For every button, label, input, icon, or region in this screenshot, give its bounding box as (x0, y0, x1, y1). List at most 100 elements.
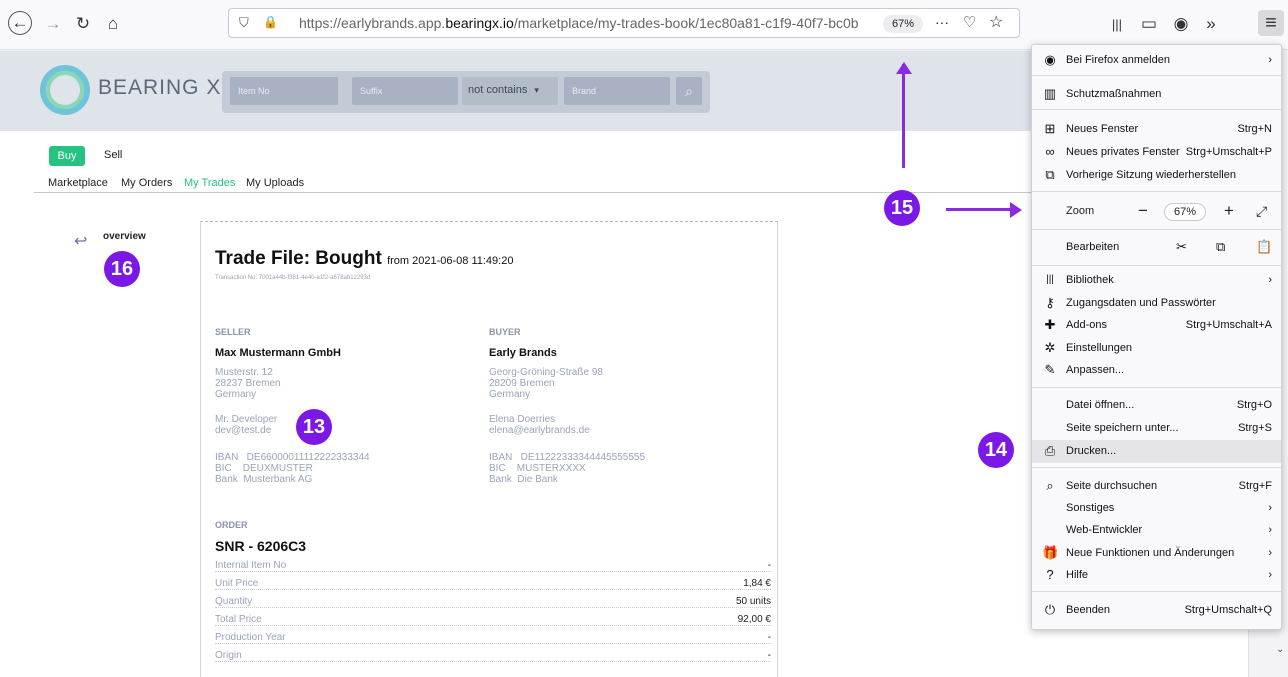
library-icon: ||| (1046, 274, 1054, 285)
zoom-reset-button[interactable]: 67% (1164, 203, 1206, 221)
bookmark-star-icon[interactable]: ☆ (989, 12, 1003, 32)
buyer-heading: BUYER (489, 327, 521, 337)
trade-title: Trade File: Bought from 2021-06-08 11:49… (215, 248, 514, 269)
zoom-indicator[interactable]: 67% (883, 15, 923, 33)
suffix-input[interactable]: Suffix (352, 77, 458, 105)
nav-my-orders[interactable]: My Orders (121, 177, 172, 189)
nav-my-trades[interactable]: My Trades (184, 177, 235, 189)
back-arrow-icon[interactable]: ↩ (74, 231, 87, 251)
buyer-contact: Elena Doerries elena@earlybrands.de (489, 414, 590, 436)
menu-item-library[interactable]: ||| Bibliothek › (1032, 269, 1281, 292)
url-text[interactable]: https://earlybrands.app.bearingx.io/mark… (299, 15, 859, 31)
logo-icon[interactable] (40, 65, 90, 115)
nav-marketplace[interactable]: Marketplace (48, 177, 108, 189)
sell-tab[interactable]: Sell (104, 149, 122, 161)
search-icon: ⌕ (685, 83, 693, 99)
brand-input[interactable]: Brand (564, 77, 670, 105)
cut-icon[interactable]: ✂ (1176, 239, 1187, 255)
brush-icon: ✎ (1044, 362, 1056, 377)
page-actions-icon[interactable]: ··· (935, 14, 949, 30)
menu-separator (1032, 109, 1281, 110)
order-row-internal-item-no: Internal Item No - (215, 560, 771, 572)
shield-icon[interactable]: ⛉ (239, 15, 249, 31)
order-heading: ORDER (215, 520, 248, 530)
menu-item-sign-in[interactable]: ◉ Bei Firefox anmelden › (1032, 49, 1281, 72)
zoom-label: Zoom (1066, 205, 1095, 217)
menu-item-more[interactable]: Sonstiges › (1032, 497, 1281, 520)
menu-separator (1032, 387, 1281, 388)
gear-icon: ✲ (1044, 340, 1056, 355)
menu-item-help[interactable]: ? Hilfe › (1032, 564, 1281, 587)
overflow-icon[interactable]: » (1198, 11, 1224, 37)
menu-item-quit[interactable]: ⏻ Beenden Strg+Umschalt+Q (1032, 599, 1281, 622)
puzzle-icon: ✚ (1044, 317, 1056, 332)
menu-item-private-window[interactable]: ∞ Neues privates Fenster Strg+Umschalt+P (1032, 141, 1281, 164)
buyer-address: Georg-Gröning-Straße 98 28209 Bremen Ger… (489, 367, 603, 400)
menu-item-new-window[interactable]: ⊞ Neues Fenster Strg+N (1032, 118, 1281, 141)
zoom-out-button[interactable]: − (1138, 202, 1148, 220)
menu-separator (1032, 591, 1281, 592)
trade-file-document: Trade File: Bought from 2021-06-08 11:49… (200, 221, 778, 677)
menu-separator (1032, 229, 1281, 230)
menu-item-settings[interactable]: ✲ Einstellungen (1032, 337, 1281, 360)
menu-separator (1032, 191, 1281, 192)
paste-icon[interactable]: 📋 (1256, 239, 1272, 255)
menu-item-passwords[interactable]: ⚷ Zugangsdaten und Passwörter (1032, 292, 1281, 315)
annotation-badge-14: 14 (978, 432, 1014, 468)
zoom-in-button[interactable]: + (1224, 202, 1234, 220)
copy-icon[interactable]: ⧉ (1216, 239, 1225, 255)
overview-link[interactable]: overview (103, 231, 146, 242)
private-mask-icon: ∞ (1045, 144, 1055, 159)
menu-item-customize[interactable]: ✎ Anpassen... (1032, 359, 1281, 382)
sidebar-icon[interactable]: ▭ (1136, 11, 1162, 37)
hamburger-menu-icon[interactable]: ≡ (1258, 10, 1284, 36)
url-bar[interactable]: ⛉ 🔒 https://earlybrands.app.bearingx.io/… (228, 8, 1020, 38)
new-window-icon: ⊞ (1044, 121, 1056, 136)
menu-item-find[interactable]: ⌕ Seite durchsuchen Strg+F (1032, 475, 1281, 498)
menu-separator (1032, 265, 1281, 266)
annotation-badge-13: 13 (296, 409, 332, 445)
buyer-bank: IBAN DE11222333344445555555 BIC MUSTERXX… (489, 452, 646, 485)
edit-label: Bearbeiten (1066, 241, 1120, 253)
transaction-number: Transaction No: 7001a44b-f381-4e40-a1f2-… (215, 275, 371, 281)
fullscreen-icon[interactable]: ⤢ (1256, 202, 1267, 220)
menu-item-protections[interactable]: ▥ Schutzmaßnahmen (1032, 83, 1281, 106)
search-button[interactable]: ⌕ (676, 77, 702, 105)
protections-icon: ▥ (1043, 86, 1057, 101)
item-no-input[interactable]: Item No (230, 77, 338, 105)
logo-text[interactable]: BEARING X (98, 76, 221, 100)
menu-item-whats-new[interactable]: 🎁 Neue Funktionen und Änderungen › (1032, 542, 1281, 565)
reload-icon[interactable]: ↻ (70, 11, 96, 37)
restore-session-icon: ⧉ (1045, 167, 1055, 182)
menu-separator (1032, 75, 1281, 76)
menu-item-open-file[interactable]: Datei öffnen... Strg+O (1032, 394, 1281, 417)
lock-icon[interactable]: 🔒 (263, 15, 278, 29)
annotation-arrow-right-head (1010, 202, 1022, 218)
annotation-arrow-right (946, 208, 1012, 211)
menu-item-save-page[interactable]: Seite speichern unter... Strg+S (1032, 417, 1281, 440)
seller-heading: SELLER (215, 327, 251, 337)
menu-item-addons[interactable]: ✚ Add-ons Strg+Umschalt+A (1032, 314, 1281, 337)
order-snr: SNR - 6206C3 (215, 538, 307, 554)
scroll-down-icon[interactable]: ⌄ (1276, 644, 1284, 655)
library-icon[interactable]: ||| (1104, 11, 1130, 37)
account-icon[interactable]: ◉ (1168, 11, 1194, 37)
menu-item-web-developer[interactable]: Web-Entwickler › (1032, 519, 1281, 542)
order-row-origin: Origin - (215, 650, 771, 662)
annotation-badge-15: 15 (884, 190, 920, 226)
buy-tab[interactable]: Buy (49, 146, 85, 166)
order-row-production-year: Production Year - (215, 632, 771, 644)
key-icon: ⚷ (1045, 295, 1055, 310)
gift-icon: 🎁 (1042, 545, 1059, 560)
menu-item-restore-session[interactable]: ⧉ Vorherige Sitzung wiederherstellen (1032, 164, 1281, 187)
account-icon: ◉ (1044, 52, 1056, 67)
menu-item-print[interactable]: ⎙ Drucken... (1032, 440, 1281, 463)
nav-my-uploads[interactable]: My Uploads (246, 177, 304, 189)
home-icon[interactable]: ⌂ (100, 11, 126, 37)
annotation-arrow-up (902, 64, 905, 168)
power-icon: ⏻ (1044, 602, 1056, 617)
filter-select[interactable]: not contains ▾ (462, 77, 558, 105)
forward-icon[interactable]: → (40, 11, 66, 37)
back-icon[interactable]: ← (8, 11, 32, 35)
pocket-icon[interactable]: ♡ (963, 13, 976, 31)
